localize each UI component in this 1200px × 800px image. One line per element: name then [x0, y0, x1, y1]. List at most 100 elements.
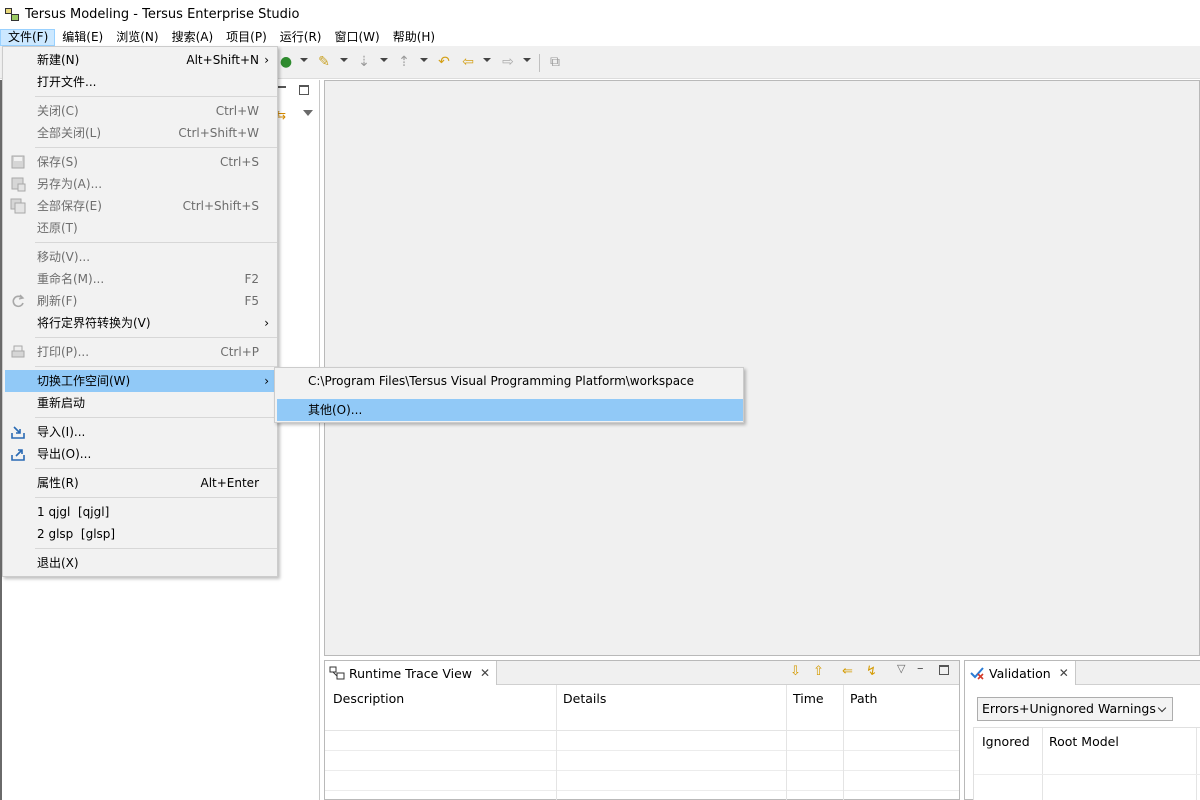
menu-item-exit[interactable]: 退出(X) [5, 552, 277, 574]
previous-annotation-icon[interactable]: ⇡ [396, 54, 412, 70]
back-dropdown-arrow-icon[interactable] [483, 58, 491, 62]
export-trace-icon[interactable]: ↯ [866, 664, 877, 680]
menu-item-properties[interactable]: 属性(R) Alt+Enter [5, 472, 277, 494]
next-annotation-icon[interactable]: ⇣ [356, 54, 372, 70]
menu-help[interactable]: 帮助(H) [386, 29, 441, 46]
view-menu-icon[interactable]: ▽ [897, 661, 905, 677]
validation-view-title: Validation [989, 665, 1051, 681]
menu-item-import[interactable]: 导入(I)... [5, 421, 277, 443]
column-header-description[interactable]: Description [333, 691, 404, 706]
menu-item-close-all[interactable]: 全部关闭(L) Ctrl+Shift+W [5, 122, 277, 144]
column-header-details[interactable]: Details [563, 691, 606, 706]
open-perspective-icon[interactable]: ⧉ [547, 54, 563, 70]
menu-separator [35, 468, 277, 469]
menu-item-move[interactable]: 移动(V)... [5, 246, 277, 268]
save-icon [10, 154, 26, 170]
menu-item-workspace-path[interactable]: C:\Program Files\Tersus Visual Programmi… [277, 370, 743, 392]
menu-edit[interactable]: 编辑(E) [55, 29, 109, 46]
refresh-icon [10, 293, 26, 309]
arrow-up-icon[interactable]: ⇧ [813, 664, 824, 680]
menu-item-save[interactable]: 保存(S) Ctrl+S [5, 151, 277, 173]
menu-item-export[interactable]: 导出(O)... [5, 443, 277, 465]
menu-search[interactable]: 搜索(A) [165, 29, 220, 46]
maximize-icon[interactable] [299, 85, 309, 95]
menu-separator [35, 417, 277, 418]
menu-bar: 文件(F) 编辑(E) 浏览(N) 搜索(A) 项目(P) 运行(R) 窗口(W… [0, 28, 1200, 46]
tab-runtime-trace-view[interactable]: Runtime Trace View ✕ [325, 661, 498, 685]
forward-dropdown-arrow-icon[interactable] [523, 58, 531, 62]
import-icon [10, 424, 26, 440]
menu-item-other-workspace[interactable]: 其他(O)... [277, 399, 743, 421]
menu-item-switch-workspace[interactable]: 切换工作空间(W) › [5, 370, 277, 392]
column-divider [1196, 728, 1197, 800]
menu-separator [35, 548, 277, 549]
last-edit-location-icon[interactable]: ↶ [436, 54, 452, 70]
menu-separator [35, 366, 277, 367]
trace-table-header: Description Details Time Path [325, 685, 959, 731]
run-icon[interactable]: ● [278, 54, 294, 70]
column-header-path[interactable]: Path [850, 691, 877, 706]
column-divider [843, 685, 844, 800]
column-header-time[interactable]: Time [793, 691, 824, 706]
run-dropdown-arrow-icon[interactable] [300, 58, 308, 62]
trace-view-icon [329, 665, 345, 681]
menu-item-save-all[interactable]: 全部保存(E) Ctrl+Shift+S [5, 195, 277, 217]
menu-separator [35, 96, 277, 97]
table-row [974, 774, 1200, 775]
chevron-down-icon [1157, 703, 1167, 713]
menu-item-print[interactable]: 打印(P)... Ctrl+P [5, 341, 277, 363]
menu-item-rename[interactable]: 重命名(M)... F2 [5, 268, 277, 290]
import-trace-icon[interactable]: ⇐ [842, 664, 853, 680]
validation-filter-value: Errors+Unignored Warnings [982, 701, 1156, 716]
trace-view-title: Runtime Trace View [349, 665, 472, 681]
menu-separator [35, 242, 277, 243]
menu-item-open-file[interactable]: 打开文件... [5, 71, 277, 93]
trace-table: Description Details Time Path [325, 685, 959, 800]
trace-view-tabbar: Runtime Trace View ✕ ⇩ ⇧ ⇐ ↯ ▽ – [325, 661, 959, 685]
external-tools-dropdown-arrow-icon[interactable] [340, 58, 348, 62]
menu-item-close[interactable]: 关闭(C) Ctrl+W [5, 100, 277, 122]
arrow-down-icon[interactable]: ⇩ [790, 664, 801, 680]
table-row [325, 731, 959, 751]
column-header-root-model[interactable]: Root Model [1049, 734, 1119, 749]
close-icon[interactable]: ✕ [480, 666, 490, 680]
minimize-icon[interactable]: – [917, 661, 924, 677]
submenu-arrow-icon: › [264, 53, 269, 67]
forward-icon[interactable]: ⇨ [500, 54, 516, 70]
runtime-trace-view: Runtime Trace View ✕ ⇩ ⇧ ⇐ ↯ ▽ – Descrip… [324, 660, 960, 800]
menu-run[interactable]: 运行(R) [273, 29, 328, 46]
submenu-arrow-icon: › [264, 374, 269, 388]
menu-item-convert-line-delimiters[interactable]: 将行定界符转换为(V) › [5, 312, 277, 334]
menu-separator [35, 337, 277, 338]
toolbar-separator [539, 54, 540, 72]
view-menu-icon[interactable] [303, 110, 313, 116]
maximize-icon[interactable] [939, 662, 949, 675]
menu-item-restart[interactable]: 重新启动 [5, 392, 277, 414]
back-icon[interactable]: ⇦ [460, 54, 476, 70]
menu-separator [35, 147, 277, 148]
column-header-ignored[interactable]: Ignored [982, 734, 1030, 749]
menu-item-refresh[interactable]: 刷新(F) F5 [5, 290, 277, 312]
menu-window[interactable]: 窗口(W) [327, 29, 385, 46]
previous-annotation-dropdown-arrow-icon[interactable] [420, 58, 428, 62]
menu-navigate[interactable]: 浏览(N) [109, 29, 164, 46]
title-bar: Tersus Modeling - Tersus Enterprise Stud… [0, 0, 1200, 28]
menu-file[interactable]: 文件(F) [0, 28, 56, 46]
tab-validation[interactable]: Validation ✕ [965, 661, 1076, 685]
menu-item-new[interactable]: 新建(N) Alt+Shift+N › [5, 49, 277, 71]
menu-project[interactable]: 项目(P) [219, 29, 273, 46]
column-divider [1042, 728, 1043, 800]
menu-item-save-as[interactable]: 另存为(A)... [5, 173, 277, 195]
close-icon[interactable]: ✕ [1059, 666, 1069, 680]
menu-item-recent-qjgl[interactable]: 1 qjgl [qjgl] [5, 501, 277, 523]
switch-workspace-submenu: C:\Program Files\Tersus Visual Programmi… [274, 367, 744, 423]
menu-item-revert[interactable]: 还原(T) [5, 217, 277, 239]
menu-separator [35, 497, 277, 498]
external-tools-icon[interactable]: ✎ [316, 54, 332, 70]
save-all-icon [10, 198, 26, 214]
next-annotation-dropdown-arrow-icon[interactable] [380, 58, 388, 62]
column-divider [556, 685, 557, 800]
submenu-arrow-icon: › [264, 316, 269, 330]
menu-item-recent-glsp[interactable]: 2 glsp [glsp] [5, 523, 277, 545]
validation-filter-select[interactable]: Errors+Unignored Warnings [977, 697, 1173, 721]
